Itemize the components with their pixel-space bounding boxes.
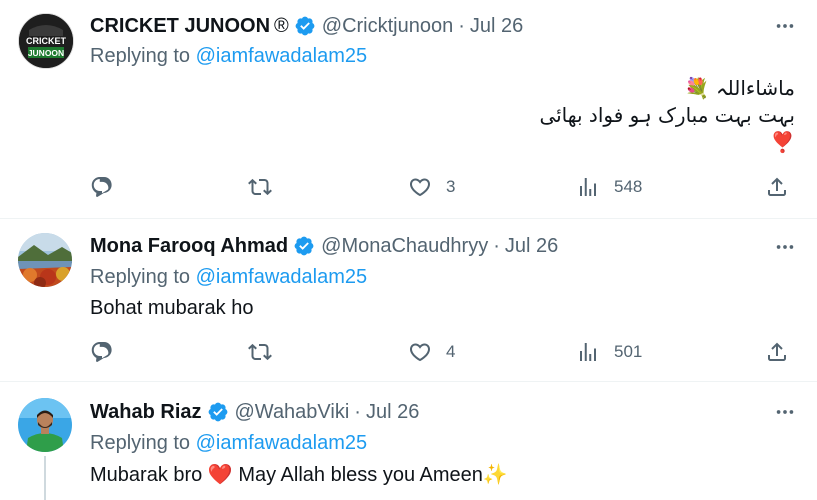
separator-dot: · — [493, 234, 500, 257]
avatar[interactable]: CRICKET JUNOON — [18, 13, 74, 69]
reply-button[interactable] — [90, 172, 114, 202]
like-count: 4 — [446, 342, 456, 361]
like-button[interactable]: 4 — [408, 337, 455, 367]
tweet-text-part-2: May Allah bless you Ameen — [238, 464, 483, 486]
reply-icon — [91, 177, 112, 197]
tweet-actions: 3 548 — [90, 172, 800, 202]
bouquet-emoji: 💐 — [684, 76, 710, 100]
reply-mention-link[interactable]: @iamfawadalam25 — [196, 266, 368, 288]
author-handle[interactable]: @WahabViki — [235, 401, 350, 424]
heart-exclamation-emoji: ❣️ — [770, 130, 795, 154]
verified-badge-icon — [294, 236, 314, 256]
avatar[interactable] — [18, 398, 72, 452]
separator-dot: · — [354, 400, 361, 423]
reply-mention-link[interactable]: @iamfawadalam25 — [196, 45, 368, 67]
tweet-header: Wahab Riaz @WahabViki · Jul 26 — [90, 398, 419, 426]
author-handle[interactable]: @MonaChaudhryy — [321, 235, 488, 258]
author-handle[interactable]: @Cricktjunoon — [322, 15, 453, 38]
retweet-button[interactable] — [248, 337, 272, 367]
registered-mark: ® — [274, 14, 289, 37]
tweet-header: CRICKET JUNOON ® @Cricktjunoon · Jul 26 — [90, 12, 523, 40]
views-button[interactable]: 548 — [576, 172, 642, 202]
more-options-button[interactable] — [772, 234, 798, 260]
author-name[interactable]: Mona Farooq Ahmad — [90, 235, 288, 258]
reply-icon — [91, 342, 112, 362]
avatar[interactable] — [18, 233, 72, 287]
replying-to: Replying to @iamfawadalam25 — [90, 432, 367, 455]
views-icon — [580, 343, 596, 361]
sparkles-emoji: ✨ — [482, 464, 508, 486]
more-icon — [776, 24, 794, 28]
retweet-button[interactable] — [248, 172, 272, 202]
retweet-icon — [248, 343, 272, 361]
retweet-icon — [248, 178, 272, 196]
share-icon — [768, 342, 786, 361]
views-icon — [580, 178, 596, 196]
view-count: 548 — [614, 177, 643, 196]
share-icon — [768, 177, 786, 196]
like-icon — [409, 178, 431, 197]
verified-badge-icon — [208, 402, 227, 422]
wahab-riaz-avatar-image — [18, 398, 72, 452]
author-name[interactable]: CRICKET JUNOON — [90, 15, 270, 38]
red-heart-emoji: ❤️ — [207, 464, 233, 486]
share-button[interactable] — [765, 172, 789, 202]
like-count: 3 — [446, 177, 456, 196]
tweet-text: Mubarak bro ❤️ May Allah bless you Ameen… — [90, 462, 508, 487]
view-count: 501 — [614, 342, 643, 361]
replying-label: Replying to — [90, 432, 191, 454]
more-options-button[interactable] — [772, 399, 798, 425]
views-button[interactable]: 501 — [576, 337, 642, 367]
share-button[interactable] — [765, 337, 789, 367]
cricket-junoon-logo: CRICKET JUNOON — [19, 14, 73, 68]
reply-button[interactable] — [90, 337, 114, 367]
svg-text:JUNOON: JUNOON — [28, 48, 64, 58]
replying-label: Replying to — [90, 266, 191, 288]
author-name[interactable]: Wahab Riaz — [90, 401, 202, 424]
like-button[interactable]: 3 — [408, 172, 455, 202]
reply-mention-link[interactable]: @iamfawadalam25 — [196, 432, 368, 454]
svg-text:CRICKET: CRICKET — [26, 36, 67, 46]
urdu-text-mashallah: ماشاءاللہ — [715, 76, 795, 100]
tweet-date[interactable]: Jul 26 — [505, 235, 558, 258]
tweet-cricket-junoon[interactable]: CRICKET JUNOON CRICKET JUNOON ® @Cricktj… — [0, 0, 817, 220]
more-options-button[interactable] — [772, 13, 798, 39]
thread-connector-line — [44, 456, 46, 500]
replying-to: Replying to @iamfawadalam25 — [90, 45, 367, 68]
tweet-text-part-1: Mubarak bro — [90, 464, 203, 486]
more-icon — [776, 410, 794, 414]
tweet-date[interactable]: Jul 26 — [366, 401, 419, 424]
tweet-wahab-riaz[interactable]: Wahab Riaz @WahabViki · Jul 26 Replying … — [0, 382, 817, 500]
more-icon — [776, 245, 794, 249]
replying-to: Replying to @iamfawadalam25 — [90, 266, 367, 289]
tweet-text-line-1: ماشاءاللہ 💐 — [685, 76, 795, 100]
tweet-mona-farooq-ahmad[interactable]: Mona Farooq Ahmad @MonaChaudhryy · Jul 2… — [0, 219, 817, 381]
replying-label: Replying to — [90, 45, 191, 67]
tweet-text: Bohat mubarak ho — [90, 297, 254, 319]
separator-dot: · — [458, 14, 465, 37]
tweet-actions: 4 501 — [90, 337, 800, 367]
tweet-header: Mona Farooq Ahmad @MonaChaudhryy · Jul 2… — [90, 232, 558, 260]
tweet-date[interactable]: Jul 26 — [470, 15, 523, 38]
tweet-text-line-2: بہت بہت مبارک ہو فواد بھائی — [539, 103, 795, 127]
landscape-avatar-image — [18, 233, 72, 287]
verified-badge-icon — [295, 16, 315, 36]
like-icon — [409, 343, 431, 362]
